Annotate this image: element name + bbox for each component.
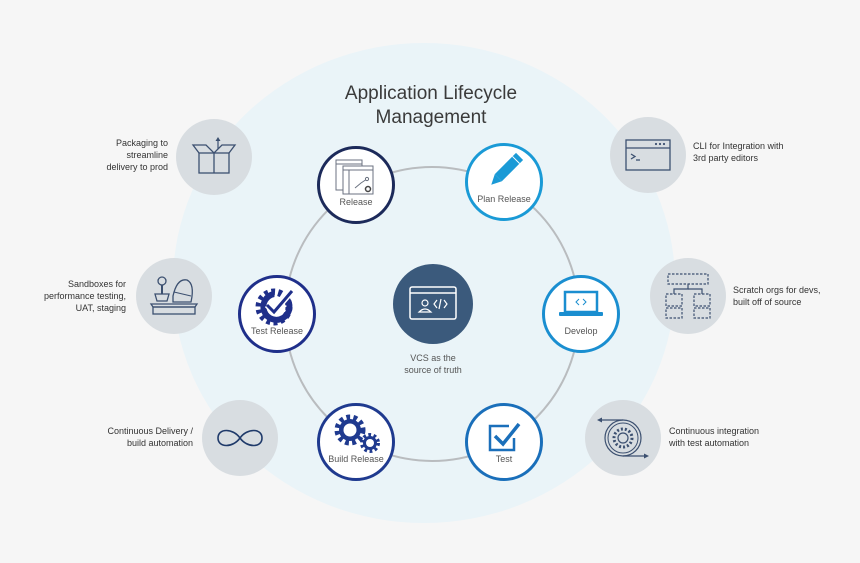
cycle-node-develop[interactable]: Develop xyxy=(542,275,620,353)
feature-line: build automation xyxy=(126,438,193,448)
feature-line: UAT, staging xyxy=(75,303,126,313)
feature-line: Continuous Delivery / xyxy=(107,426,193,436)
feature-scratch-orgs-text: Scratch orgs for devs, built off of sour… xyxy=(733,284,853,308)
feature-packaging-text: Packaging to streamline delivery to prod xyxy=(90,137,168,173)
gear-cycle-icon xyxy=(597,417,649,459)
cycle-node-build-release[interactable]: Build Release xyxy=(317,403,395,481)
center-label-line-2: source of truth xyxy=(404,365,462,375)
cycle-label: Test xyxy=(495,454,513,464)
cycle-label: Plan Release xyxy=(477,194,531,204)
feature-line: built off of source xyxy=(733,297,802,307)
center-vcs-label: VCS as the source of truth xyxy=(370,352,496,376)
feature-continuous-integration-text: Continuous integration with test automat… xyxy=(669,425,809,449)
package-box-icon xyxy=(191,137,237,174)
feature-packaging-circle xyxy=(176,119,252,195)
gear-check-icon xyxy=(255,288,295,326)
cycle-node-test-release[interactable]: Test Release xyxy=(238,275,316,353)
feature-line: performance testing, xyxy=(43,291,126,301)
code-window-icon xyxy=(409,286,457,320)
feature-line: delivery to prod xyxy=(106,162,168,172)
feature-cli-circle xyxy=(610,117,686,193)
infinity-icon xyxy=(217,429,263,447)
laptop-code-icon xyxy=(559,290,603,316)
feature-line: 3rd party editors xyxy=(693,153,759,163)
center-vcs-node xyxy=(393,264,473,344)
feature-cli-text: CLI for Integration with 3rd party edito… xyxy=(693,140,833,164)
org-chart-dashed-icon xyxy=(665,273,711,319)
cycle-label: Develop xyxy=(564,326,598,336)
feature-scratch-orgs-circle xyxy=(650,258,726,334)
feature-sandboxes-circle xyxy=(136,258,212,334)
feature-line: CLI for Integration with xyxy=(693,141,784,151)
feature-line: Scratch orgs for devs, xyxy=(733,285,821,295)
terminal-window-icon xyxy=(625,139,671,171)
feature-continuous-delivery-text: Continuous Delivery / build automation xyxy=(80,425,193,449)
cycle-label: Release xyxy=(339,197,373,207)
sandbox-icon xyxy=(149,276,199,315)
feature-line: Packaging to xyxy=(115,138,168,148)
cycle-label: Build Release xyxy=(328,454,384,464)
feature-line: Continuous integration xyxy=(669,426,760,436)
cycle-node-plan-release[interactable]: Plan Release xyxy=(465,143,543,221)
feature-sandboxes-text: Sandboxes for performance testing, UAT, … xyxy=(20,278,126,314)
feature-line: streamline xyxy=(126,150,168,160)
center-label-line-1: VCS as the xyxy=(410,353,456,363)
feature-continuous-delivery-circle xyxy=(202,400,278,476)
feature-continuous-integration-circle xyxy=(585,400,661,476)
gears-icon xyxy=(334,414,380,453)
checkbox-icon xyxy=(488,422,521,452)
release-dashboard-icon xyxy=(335,159,374,195)
feature-line: with test automation xyxy=(669,438,750,448)
cycle-label: Test Release xyxy=(250,326,304,336)
pencil-icon xyxy=(491,152,524,185)
feature-line: Sandboxes for xyxy=(67,279,126,289)
cycle-node-test[interactable]: Test xyxy=(465,403,543,481)
cycle-node-release[interactable]: Release xyxy=(317,146,395,224)
